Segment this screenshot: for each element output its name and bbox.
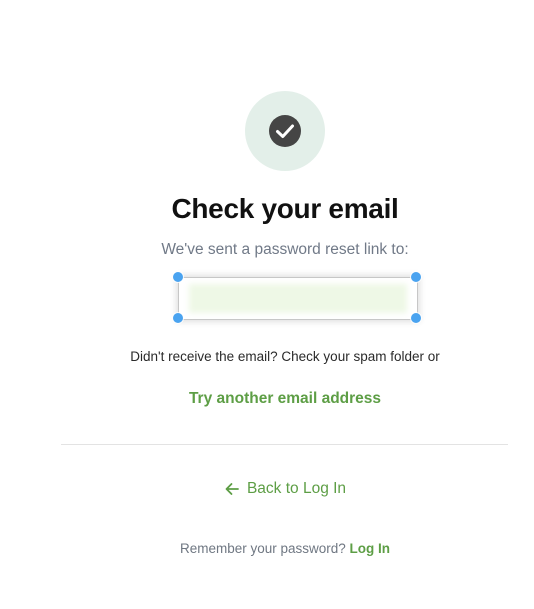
resize-handle-bottom-left[interactable] — [173, 313, 183, 323]
check-circle-icon — [269, 115, 301, 147]
success-badge — [245, 91, 325, 171]
arrow-left-icon — [225, 483, 239, 495]
remember-password-row: Remember your password? Log In — [0, 541, 534, 556]
page-title: Check your email — [171, 193, 399, 224]
email-value — [189, 284, 407, 313]
back-to-login-link[interactable]: Back to Log In — [0, 480, 534, 498]
resize-handle-top-left[interactable] — [173, 272, 183, 282]
remember-password-text: Remember your password? — [179, 541, 346, 556]
resize-handle-top-right[interactable] — [411, 272, 421, 282]
resize-handle-bottom-right[interactable] — [411, 313, 421, 323]
spam-folder-text: Didn't receive the email? Check your spa… — [130, 349, 440, 364]
subtitle: We've sent a password reset link to: — [161, 241, 409, 258]
back-to-login-label: Back to Log In — [246, 480, 347, 497]
divider — [61, 444, 508, 445]
log-in-link[interactable]: Log In — [350, 541, 391, 556]
subtitle-container: We've sent a password reset link to: — [0, 240, 534, 258]
try-another-email-link[interactable]: Try another email address — [0, 390, 534, 408]
email-display — [178, 277, 418, 320]
